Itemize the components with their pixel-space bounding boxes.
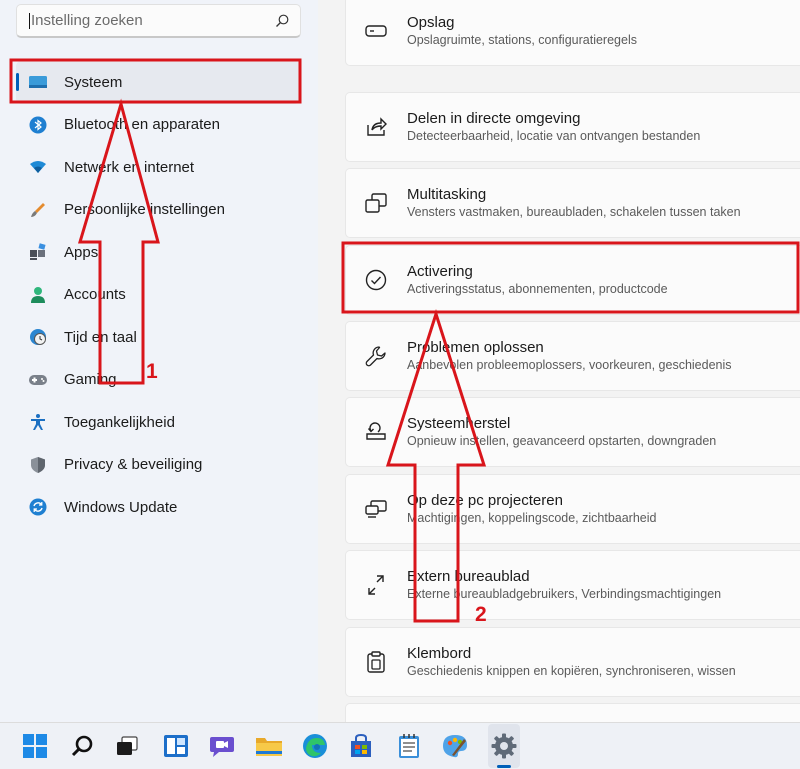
card-problemen[interactable]: Problemen oplossen Aanbevolen probleemop… — [345, 321, 800, 391]
card-title: Multitasking — [407, 186, 487, 203]
clock-globe-icon — [28, 327, 48, 347]
card-title: Activering — [407, 263, 473, 280]
sidebar-item-tijd[interactable]: Tijd en taal — [16, 316, 300, 359]
notepad-icon[interactable] — [395, 732, 423, 760]
card-subtitle: Vensters vastmaken, bureaubladen, schake… — [407, 205, 741, 219]
bluetooth-icon — [28, 115, 48, 135]
sidebar-item-label: Toegankelijkheid — [64, 413, 175, 431]
wifi-icon — [28, 157, 48, 177]
card-subtitle: Detecteerbaarheid, locatie van ontvangen… — [407, 129, 701, 143]
card-multitasking[interactable]: Multitasking Vensters vastmaken, bureaub… — [345, 168, 800, 238]
search-input[interactable] — [31, 12, 274, 29]
annotation-label-2: 2 — [475, 603, 487, 626]
widgets-icon[interactable] — [162, 732, 190, 760]
sidebar-item-persoonlijk[interactable]: Persoonlijke instellingen — [16, 189, 300, 232]
sidebar-item-privacy[interactable]: Privacy & beveiliging — [16, 444, 300, 487]
card-title: Systeemherstel — [407, 415, 511, 432]
sidebar-item-label: Tijd en taal — [64, 328, 137, 346]
remote-desktop-icon — [363, 572, 389, 598]
active-app-indicator — [497, 765, 511, 768]
card-title: Klembord — [407, 645, 472, 662]
card-subtitle: Opnieuw instellen, geavanceerd opstarten… — [407, 434, 717, 448]
card-activering[interactable]: Activering Activeringsstatus, abonnement… — [345, 245, 800, 315]
card-title: Opslag — [407, 14, 455, 31]
settings-content: Opslag Opslagruimte, stations, configura… — [345, 0, 800, 733]
check-circle-icon — [363, 267, 389, 293]
sidebar-item-label: Privacy & beveiliging — [64, 456, 203, 474]
update-icon — [28, 497, 48, 517]
store-icon[interactable] — [347, 732, 375, 760]
card-systeemherstel[interactable]: Systeemherstel Opnieuw instellen, geavan… — [345, 397, 800, 467]
sidebar-item-accounts[interactable]: Accounts — [16, 274, 300, 317]
sidebar-item-label: Accounts — [64, 286, 126, 304]
card-title: Delen in directe omgeving — [407, 110, 581, 127]
taskbar — [0, 722, 800, 769]
sidebar-item-systeem[interactable]: Systeem — [16, 61, 300, 104]
sidebar-item-label: Windows Update — [64, 498, 178, 516]
paint-icon[interactable] — [441, 732, 469, 760]
search-box[interactable] — [16, 4, 301, 38]
sidebar-item-apps[interactable]: Apps — [16, 231, 300, 274]
person-icon — [28, 285, 48, 305]
sidebar-item-bluetooth[interactable]: Bluetooth en apparaten — [16, 104, 300, 147]
card-extern-bureaublad[interactable]: Extern bureaublad Externe bureaubladgebr… — [345, 550, 800, 620]
card-subtitle: Opslagruimte, stations, configuratierege… — [407, 33, 637, 47]
accessibility-icon — [28, 412, 48, 432]
card-title: Op deze pc projecteren — [407, 492, 563, 509]
shield-icon — [28, 455, 48, 475]
sidebar-item-label: Persoonlijke instellingen — [64, 201, 225, 219]
card-title: Problemen oplossen — [407, 339, 544, 356]
card-title: Extern bureaublad — [407, 568, 530, 585]
card-projecteren[interactable]: Op deze pc projecteren Machtigingen, kop… — [345, 474, 800, 544]
apps-icon — [28, 242, 48, 262]
share-icon — [363, 114, 389, 140]
card-subtitle: Machtigingen, koppelingscode, zichtbaarh… — [407, 511, 657, 525]
card-delen[interactable]: Delen in directe omgeving Detecteerbaarh… — [345, 92, 800, 162]
sidebar-item-gaming[interactable]: Gaming — [16, 359, 300, 402]
recovery-icon — [363, 419, 389, 445]
annotation-label-1: 1 — [146, 360, 158, 383]
card-subtitle: Geschiedenis knippen en kopiëren, synchr… — [407, 664, 736, 678]
clipboard-icon — [363, 649, 389, 675]
sidebar-nav: Systeem Bluetooth en apparaten Netwerk e… — [16, 61, 300, 529]
sidebar-item-label: Apps — [64, 243, 99, 261]
brush-icon — [28, 200, 48, 220]
card-klembord[interactable]: Klembord Geschiedenis knippen en kopiëre… — [345, 627, 800, 697]
file-explorer-icon[interactable] — [255, 732, 283, 760]
search-icon[interactable] — [68, 732, 96, 760]
sidebar: Systeem Bluetooth en apparaten Netwerk e… — [0, 0, 318, 722]
settings-icon[interactable] — [490, 732, 518, 760]
edge-icon[interactable] — [301, 732, 329, 760]
sidebar-item-label: Gaming — [64, 371, 117, 389]
sidebar-item-netwerk[interactable]: Netwerk en internet — [16, 146, 300, 189]
card-subtitle: Externe bureaubladgebruikers, Verbinding… — [407, 587, 722, 601]
multitasking-icon — [363, 190, 389, 216]
windows-start-icon[interactable] — [21, 732, 49, 760]
project-icon — [363, 496, 389, 522]
storage-icon — [363, 18, 389, 44]
monitor-icon — [28, 72, 48, 92]
search-icon[interactable] — [274, 13, 290, 29]
teams-chat-icon[interactable] — [208, 732, 236, 760]
sidebar-item-label: Netwerk en internet — [64, 158, 195, 176]
sidebar-item-toegankelijkheid[interactable]: Toegankelijkheid — [16, 401, 300, 444]
task-view-icon[interactable] — [113, 732, 141, 760]
text-caret — [29, 12, 30, 29]
sidebar-item-windows-update[interactable]: Windows Update — [16, 486, 300, 529]
sidebar-item-label: Systeem — [64, 73, 123, 91]
card-subtitle: Aanbevolen probleemoplossers, voorkeuren… — [407, 358, 732, 372]
card-subtitle: Activeringsstatus, abonnementen, product… — [407, 282, 668, 296]
card-opslag[interactable]: Opslag Opslagruimte, stations, configura… — [345, 0, 800, 66]
wrench-icon — [363, 343, 389, 369]
gamepad-icon — [28, 370, 48, 390]
sidebar-item-label: Bluetooth en apparaten — [64, 116, 220, 134]
